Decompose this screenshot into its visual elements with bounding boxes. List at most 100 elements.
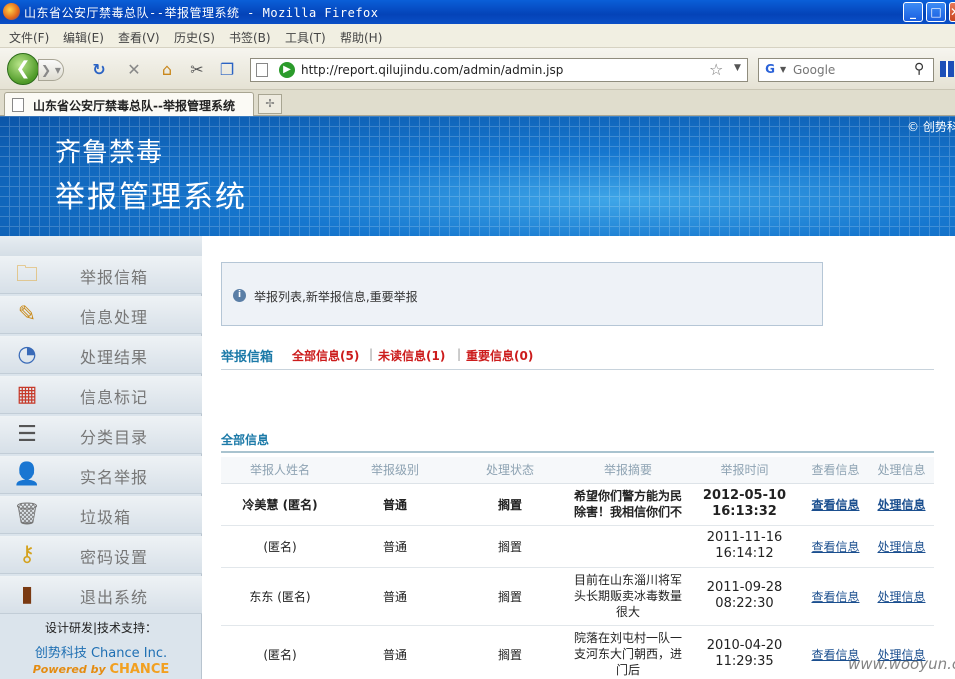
sidebar-item-label: 举报信箱 [80, 268, 149, 287]
maximize-button[interactable]: □ [926, 2, 946, 22]
url-bar[interactable]: ▶ http://report.qilujindu.com/admin/admi… [250, 58, 748, 82]
support-label: 设计研发|技术支持： [44, 621, 158, 635]
menu-file[interactable]: 文件(F) [9, 29, 49, 46]
tab-unread[interactable]: 未读信息(1) [378, 347, 445, 364]
tab-bar: 山东省公安厅禁毒总队--举报管理系统 ✢ [0, 90, 955, 116]
column-header: 处理状态 [451, 457, 569, 484]
sidebar-item-label: 信息标记 [80, 388, 149, 407]
search-input[interactable] [793, 61, 911, 79]
table-row: 冷美慧 (匿名) 普通 搁置 希望你们警方能为民除害！我相信你们不 2012-0… [221, 483, 934, 526]
firefox-icon [3, 3, 20, 20]
sidebar-item-inbox[interactable]: 🗀 举报信箱 [0, 256, 202, 294]
report-time: 2011-09-28 08:22:30 [687, 567, 802, 626]
view-info-link[interactable]: 查看信息 [811, 540, 859, 554]
chart-icon: ◔ [17, 342, 37, 367]
column-header: 处理信息 [869, 457, 934, 484]
company-link[interactable]: 创势科技 Chance Inc. [0, 642, 202, 661]
column-header: 举报级别 [339, 457, 451, 484]
handle-info-link[interactable]: 处理信息 [877, 540, 925, 554]
sidebar-item-realname[interactable]: 👤 实名举报 [0, 456, 202, 494]
handle-info-link[interactable]: 处理信息 [877, 590, 925, 604]
url-dropdown-icon[interactable]: ▼ [734, 63, 741, 73]
new-tab-button[interactable]: ✢ [258, 94, 282, 114]
report-summary: 院落在刘屯村一队一支河东大门朝西，进门后 [569, 625, 687, 679]
sidebar-item-label: 密码设置 [80, 548, 149, 567]
report-table: 举报人姓名 举报级别 处理状态 举报摘要 举报时间 查看信息 处理信息 冷美慧 … [221, 457, 934, 679]
sidebar-footer: 设计研发|技术支持： 创势科技 Chance Inc. Powered by C… [0, 615, 202, 677]
sidebar: 🗀 举报信箱 ✎ 信息处理 ◔ 处理结果 ▦ 信息标记 ☰ 分类目录 👤 实名举… [0, 236, 202, 679]
reload-icon[interactable]: ↻ [89, 60, 109, 80]
view-info-link[interactable]: 查看信息 [811, 498, 859, 512]
report-time: 2010-04-20 11:29:35 [687, 625, 802, 679]
stop-icon[interactable]: ✕ [124, 60, 144, 80]
info-icon: i [233, 289, 246, 302]
menu-view[interactable]: 查看(V) [118, 29, 160, 46]
table-row: 东东 (匿名) 普通 搁置 目前在山东淄川将军头长期贩卖冰毒数量很大 2011-… [221, 567, 934, 626]
sidebar-item-catalog[interactable]: ☰ 分类目录 [0, 416, 202, 454]
view-info-link[interactable]: 查看信息 [811, 590, 859, 604]
report-summary: 希望你们警方能为民除害！我相信你们不 [569, 483, 687, 526]
report-level: 普通 [339, 525, 451, 568]
window-icon[interactable]: ❐ [217, 60, 237, 80]
reporter-name: 东东 (匿名) [221, 567, 339, 626]
list-icon: ☰ [17, 422, 37, 447]
pencil-icon: ✎ [17, 302, 37, 327]
column-header: 举报人姓名 [221, 457, 339, 484]
search-bar: G ▼ ⚲ [758, 58, 934, 82]
sidebar-item-label: 垃圾箱 [80, 508, 132, 527]
sidebar-item-label: 处理结果 [80, 348, 149, 367]
reporter-name: (匿名) [221, 625, 339, 679]
powered-by: Powered by CHANCE [0, 662, 202, 677]
table-header-row: 举报人姓名 举报级别 处理状态 举报摘要 举报时间 查看信息 处理信息 [221, 457, 934, 484]
google-icon[interactable]: G [762, 62, 778, 78]
menu-history[interactable]: 历史(S) [174, 29, 215, 46]
copyright-text: © 创势科 [907, 120, 955, 134]
tab-important[interactable]: 重要信息(0) [466, 347, 533, 364]
close-button[interactable]: ✕ [949, 2, 955, 22]
tab-page-icon [12, 98, 24, 112]
watermark: www.wooyun.org [848, 655, 955, 673]
report-status: 搁置 [451, 525, 569, 568]
tab-all[interactable]: 全部信息(5) [292, 347, 359, 364]
sidebar-item-mark[interactable]: ▦ 信息标记 [0, 376, 202, 414]
section-title: 全部信息 [221, 431, 934, 453]
tab-separator: | [369, 347, 374, 361]
toolbar-extension-icon[interactable] [940, 61, 954, 77]
tab-report-system[interactable]: 山东省公安厅禁毒总队--举报管理系统 [4, 92, 254, 116]
sidebar-item-password[interactable]: ⚷ 密码设置 [0, 536, 202, 574]
report-time: 2011-11-16 16:14:12 [687, 525, 802, 568]
site-identity-icon[interactable]: ▶ [279, 62, 295, 78]
sidebar-item-process[interactable]: ✎ 信息处理 [0, 296, 202, 334]
handle-info-link[interactable]: 处理信息 [877, 498, 925, 512]
home-icon[interactable]: ⌂ [157, 60, 177, 80]
search-icon[interactable]: ⚲ [914, 61, 924, 77]
sidebar-item-trash[interactable]: 🗑 垃圾箱 [0, 496, 202, 534]
info-text: 举报列表,新举报信息,重要举报 [254, 290, 418, 304]
reporter-name: (匿名) [221, 525, 339, 568]
report-status: 搁置 [451, 567, 569, 626]
menu-tools[interactable]: 工具(T) [285, 29, 326, 46]
minimize-button[interactable]: _ [903, 2, 923, 22]
back-button[interactable]: ❮ [7, 53, 39, 85]
report-status: 搁置 [451, 483, 569, 526]
tab-label: 山东省公安厅禁毒总队--举报管理系统 [33, 99, 235, 113]
brand-title: 齐鲁禁毒 [55, 138, 164, 168]
forward-button[interactable]: ❯ ▾ [38, 59, 64, 81]
menu-edit[interactable]: 编辑(E) [63, 29, 104, 46]
report-time: 2012-05-10 16:13:32 [687, 483, 802, 526]
search-engine-dropdown-icon[interactable]: ▼ [780, 65, 786, 74]
tab-inbox[interactable]: 举报信箱 [221, 346, 273, 365]
report-status: 搁置 [451, 625, 569, 679]
scissors-icon[interactable]: ✂ [187, 60, 207, 80]
header-banner: 齐鲁禁毒 举报管理系统 © 创势科 [0, 116, 955, 236]
column-header: 举报摘要 [569, 457, 687, 484]
report-summary: 目前在山东淄川将军头长期贩卖冰毒数量很大 [569, 567, 687, 626]
sidebar-item-results[interactable]: ◔ 处理结果 [0, 336, 202, 374]
menu-bookmarks[interactable]: 书签(B) [229, 29, 271, 46]
sidebar-item-logout[interactable]: ▮ 退出系统 [0, 576, 202, 614]
menu-help[interactable]: 帮助(H) [340, 29, 382, 46]
sidebar-item-label: 退出系统 [80, 588, 149, 607]
sidebar-item-label: 信息处理 [80, 308, 149, 327]
calendar-icon: ▦ [16, 382, 38, 407]
bookmark-star-icon[interactable]: ☆ [709, 60, 723, 79]
